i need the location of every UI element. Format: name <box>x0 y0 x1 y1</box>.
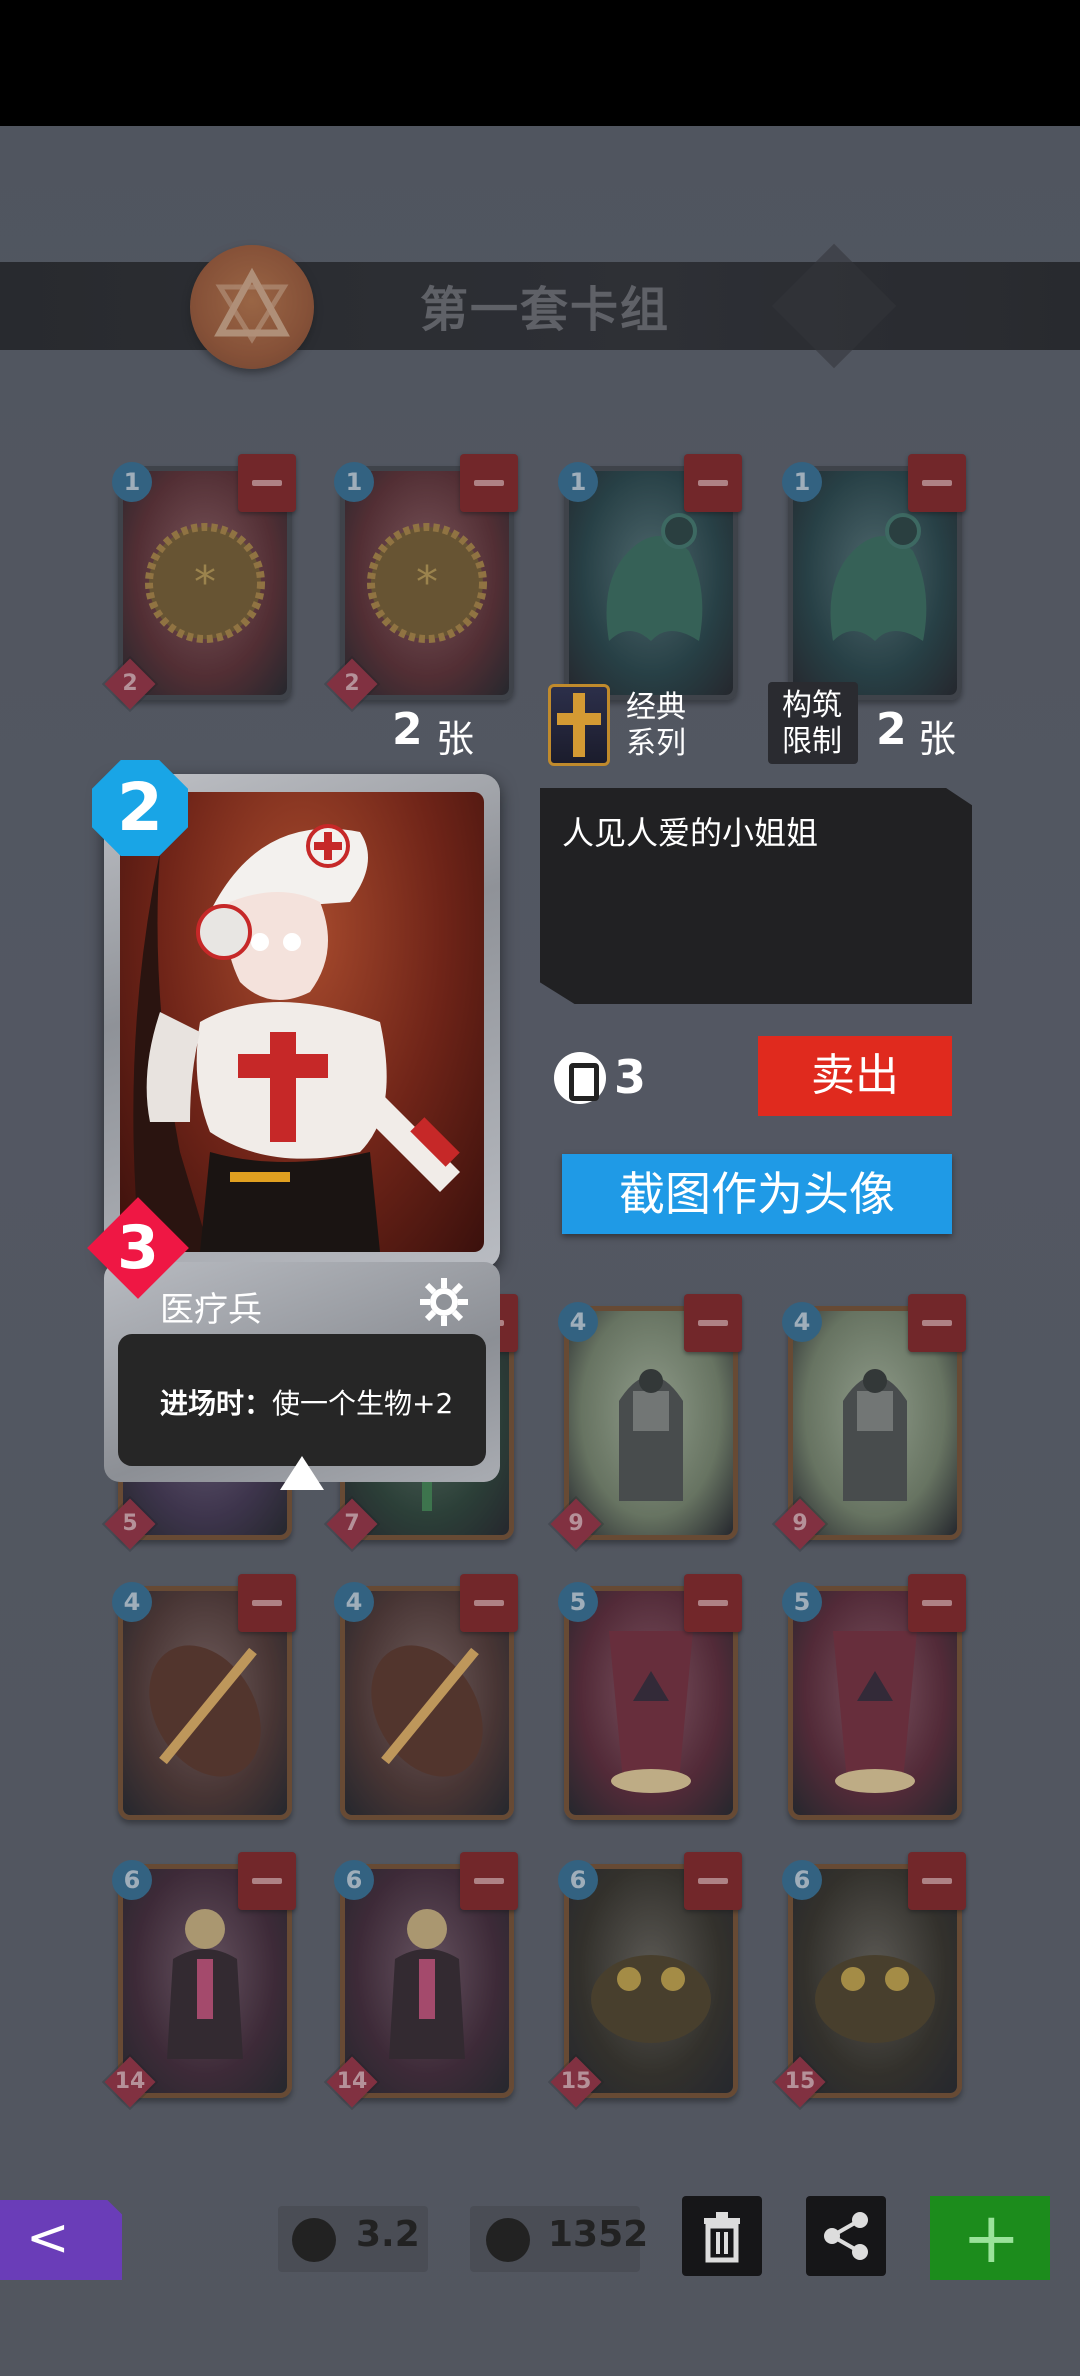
svg-text:*: * <box>194 557 216 608</box>
svg-text:*: * <box>416 557 438 608</box>
trash-icon <box>704 2212 740 2263</box>
desc-keyword: 进场时： <box>160 1387 273 1420</box>
set-avatar-button[interactable]: 截图作为头像 <box>562 1154 952 1234</box>
card-power-value: 15 <box>784 2069 816 2094</box>
card-portrait <box>120 792 484 1252</box>
remove-card-button[interactable] <box>460 1574 518 1632</box>
card-power-value: 7 <box>344 1511 360 1536</box>
card-count-left: 2 <box>392 704 423 755</box>
card-cost-badge: 1 <box>782 462 822 502</box>
card-cost-badge: 6 <box>782 1860 822 1900</box>
remove-card-button[interactable] <box>684 1574 742 1632</box>
build-limit-line2: 限制 <box>782 724 842 759</box>
add-card-button[interactable]: + <box>930 2196 1050 2280</box>
remove-card-button[interactable] <box>908 1574 966 1632</box>
build-limit-line1: 构筑 <box>782 688 842 723</box>
card-cost-badge: 6 <box>112 1860 152 1900</box>
series-label: 经典 系列 <box>626 690 686 762</box>
card-power-value: 14 <box>336 2069 368 2094</box>
plus-icon: + <box>962 2197 1021 2279</box>
card-cost-badge: 4 <box>112 1582 152 1622</box>
share-icon <box>824 2212 868 2260</box>
card-cost-badge: 4 <box>558 1302 598 1342</box>
back-button[interactable]: < <box>0 2200 122 2280</box>
card-cost-badge: 5 <box>782 1582 822 1622</box>
remove-card-button[interactable] <box>238 454 296 512</box>
card-power-value: 2 <box>344 671 360 696</box>
remove-card-button[interactable] <box>684 1852 742 1910</box>
status-bar <box>0 0 1080 126</box>
card-count-unit-left: 张 <box>436 717 475 761</box>
series-label-line2: 系列 <box>626 726 686 761</box>
card-cost-badge: 6 <box>558 1860 598 1900</box>
card-count-unit-right: 张 <box>918 717 957 761</box>
card-cost-badge: 6 <box>334 1860 374 1900</box>
remove-card-button[interactable] <box>908 1294 966 1352</box>
remove-card-button[interactable] <box>238 1574 296 1632</box>
remove-card-button[interactable] <box>460 1852 518 1910</box>
card-power-value: 15 <box>560 2069 592 2094</box>
currency-icon <box>554 1052 606 1104</box>
series-icon <box>548 684 610 766</box>
share-button[interactable] <box>806 2196 886 2276</box>
card-cost-badge: 5 <box>558 1582 598 1622</box>
remove-card-button[interactable] <box>684 454 742 512</box>
remove-card-button[interactable] <box>238 1852 296 1910</box>
card-power-value: 9 <box>568 1511 584 1536</box>
gear-icon[interactable] <box>418 1276 470 1328</box>
card-cost-badge: 4 <box>782 1302 822 1342</box>
tooltip-pointer <box>280 1456 324 1490</box>
remove-card-button[interactable] <box>908 1852 966 1910</box>
card-power-value: 5 <box>122 1511 138 1536</box>
sell-button[interactable]: 卖出 <box>758 1036 952 1116</box>
deck-title: 第一套卡组 <box>420 282 671 338</box>
card-power-value: 9 <box>792 1511 808 1536</box>
remove-card-button[interactable] <box>460 454 518 512</box>
remove-card-button[interactable] <box>684 1294 742 1352</box>
card-cost-badge: 1 <box>558 462 598 502</box>
card-cost-badge: 1 <box>112 462 152 502</box>
desc-effect: 使一个生物+2 <box>272 1387 454 1420</box>
currency-icon <box>486 2218 530 2262</box>
card-cost-badge: 4 <box>334 1582 374 1622</box>
card-cost-badge: 1 <box>334 462 374 502</box>
selected-card-cost-badge: 2 <box>92 760 188 856</box>
avg-cost-value: 3.2 <box>356 2214 420 2255</box>
card-power-value: 2 <box>122 671 138 696</box>
chevron-left-icon: < <box>26 2208 70 2268</box>
card-power-value: 14 <box>114 2069 146 2094</box>
card-count-right: 2 <box>876 704 907 755</box>
flavor-text: 人见人爱的小姐姐 <box>562 814 819 852</box>
sell-price: 3 <box>614 1050 647 1104</box>
game-screen: 第一套卡组 * 1 2 * 1 2 1 1 5 7 4 9 4 9 4 4 5 5 6 14 6 14 6 15 6 15 2 张… <box>0 0 1080 2376</box>
currency-value: 1352 <box>548 2214 649 2255</box>
card-description: 进场时：使一个生物+2 <box>160 1382 453 1422</box>
delete-button[interactable] <box>682 2196 762 2276</box>
cost-icon <box>292 2218 336 2262</box>
series-label-line1: 经典 <box>626 690 686 725</box>
build-limit-label: 构筑 限制 <box>782 688 842 760</box>
selected-card-name: 医疗兵 <box>160 1290 262 1330</box>
remove-card-button[interactable] <box>908 454 966 512</box>
faction-emblem-icon <box>190 245 314 369</box>
